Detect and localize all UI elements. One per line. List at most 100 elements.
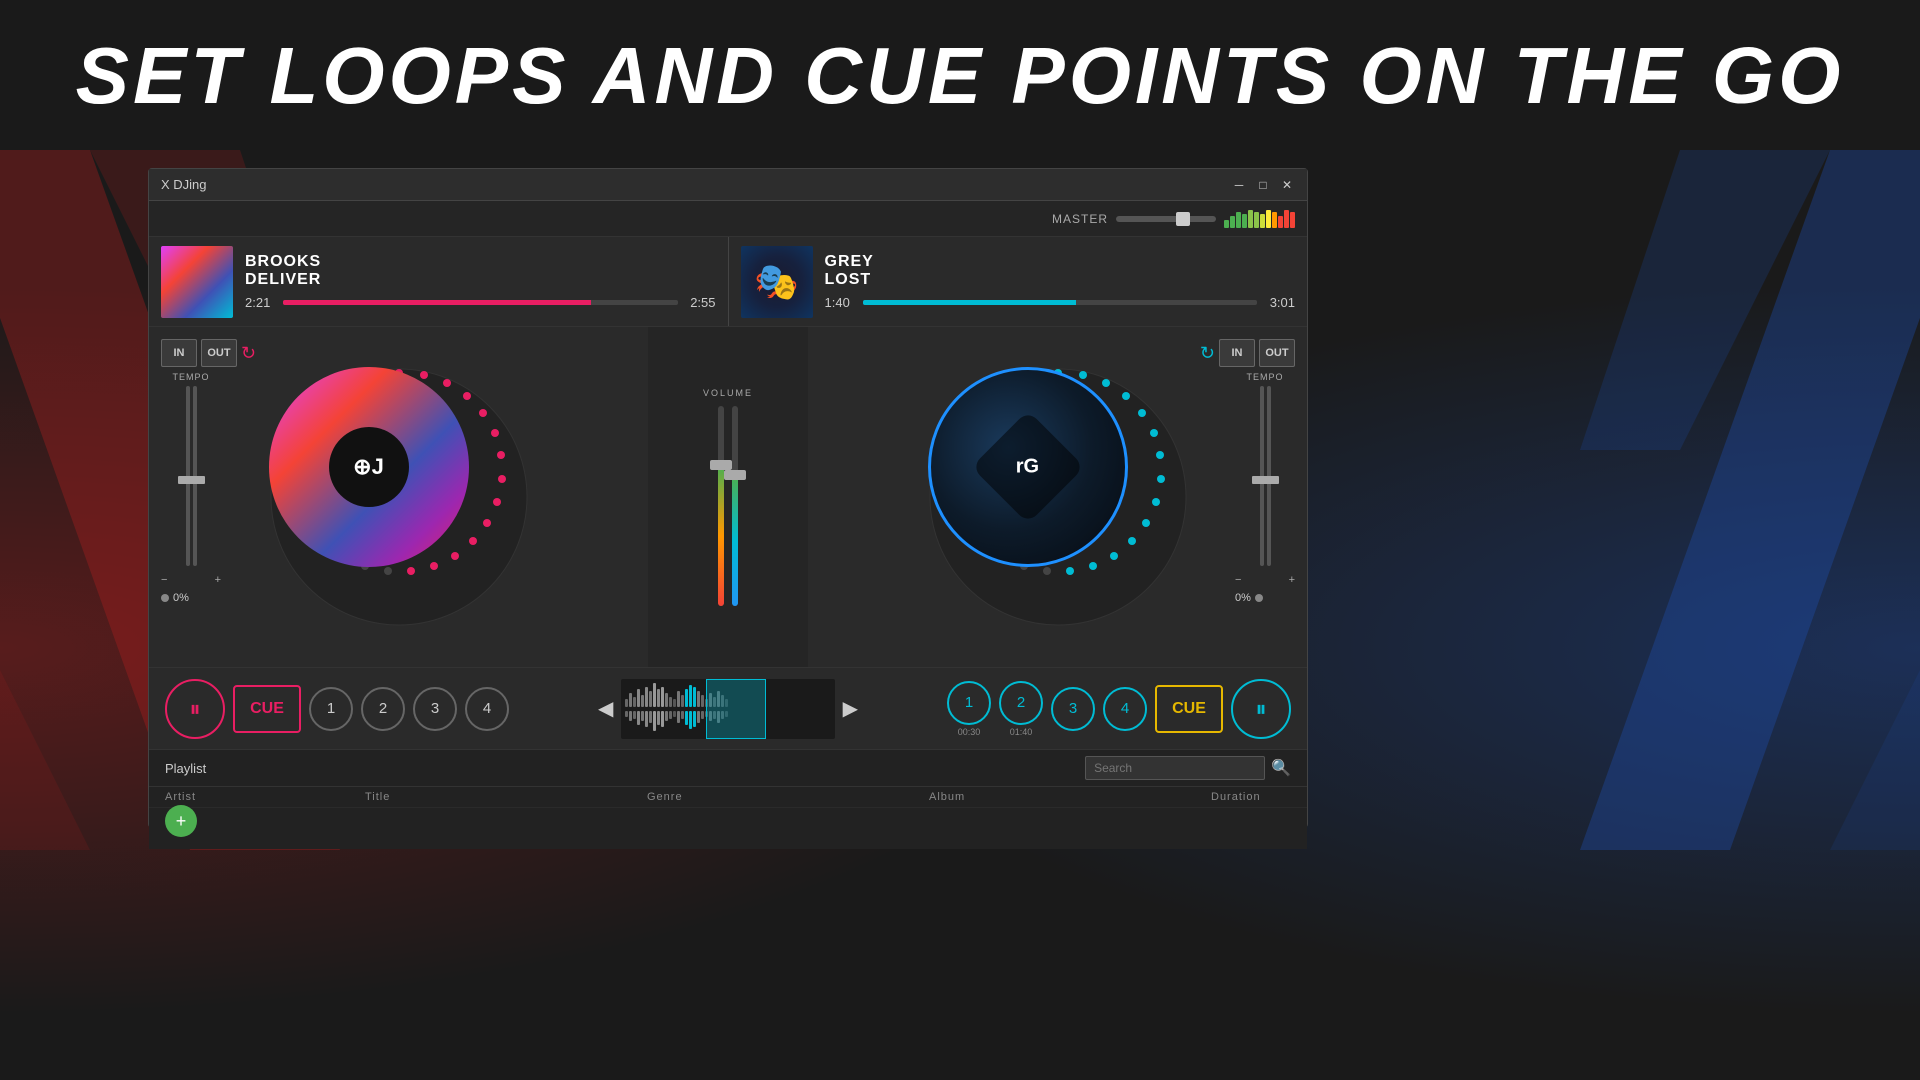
volume-fill-right — [732, 476, 738, 606]
vu-bar-1 — [1224, 220, 1229, 228]
deck-right-progress-fill — [863, 300, 1076, 305]
deck-left: IN OUT ↻ TEMPO − + — [149, 327, 648, 667]
vu-bar-8 — [1266, 210, 1271, 228]
deck-right-progress-bar[interactable] — [863, 300, 1258, 305]
deck-right: ↻ IN OUT — [808, 327, 1307, 667]
maximize-button[interactable]: □ — [1255, 177, 1271, 193]
col-duration: Duration — [1211, 791, 1291, 803]
cue-num-4-right[interactable]: 4 — [1103, 687, 1147, 731]
cue-num-3-left[interactable]: 3 — [413, 687, 457, 731]
playlist-columns: Artist Title Genre Album Duration — [149, 787, 1307, 808]
waveform-mini[interactable] — [621, 679, 834, 739]
volume-label: VOLUME — [703, 388, 753, 398]
tempo-section-left: TEMPO − + 0% — [161, 372, 221, 657]
volume-fader-track-right — [732, 406, 738, 606]
search-icon: 🔍 — [1271, 758, 1291, 778]
volume-fill-left — [718, 466, 724, 606]
loop-in-right[interactable]: IN — [1219, 339, 1255, 367]
cue-num-2-left[interactable]: 2 — [361, 687, 405, 731]
cue-button-left[interactable]: CUE — [233, 685, 301, 733]
search-input[interactable] — [1085, 756, 1265, 780]
volume-thumb-right[interactable] — [724, 470, 746, 480]
vu-bar-12 — [1290, 212, 1295, 228]
decks-header: BROOKS DELIVER 2:21 2:55 🎭 GREY LOST — [149, 237, 1307, 327]
deck-left-artist: BROOKS — [245, 253, 716, 271]
cue-num-4-left[interactable]: 4 — [465, 687, 509, 731]
deck-center: VOLUME — [648, 327, 808, 667]
cue-num-1-left[interactable]: 1 — [309, 687, 353, 731]
tempo-sliders-right[interactable] — [1235, 386, 1295, 566]
master-slider-track[interactable] — [1116, 216, 1216, 222]
deck-right-artist: GREY — [825, 253, 1296, 271]
vu-bar-7 — [1260, 214, 1265, 228]
loop-icon-left: ↻ — [241, 343, 256, 364]
window-controls: ─ □ ✕ — [1231, 177, 1295, 193]
vu-bar-11 — [1284, 210, 1289, 228]
col-artist: Artist — [165, 791, 365, 803]
col-title: Title — [365, 791, 647, 803]
deck-left-info: BROOKS DELIVER 2:21 2:55 — [149, 237, 729, 326]
cue-button-right[interactable]: CUE — [1155, 685, 1223, 733]
decks-main: IN OUT ↻ TEMPO − + — [149, 327, 1307, 667]
deck-right-album-art: 🎭 — [741, 246, 813, 318]
loop-icon-right: ↻ — [1200, 343, 1215, 364]
title-bar: X DJing ─ □ ✕ — [149, 169, 1307, 201]
app-title: X DJing — [161, 177, 207, 192]
deck-left-title: DELIVER — [245, 271, 716, 289]
vu-bar-4 — [1242, 214, 1247, 228]
vu-bar-10 — [1278, 216, 1283, 228]
tempo-plus-right: + — [1289, 574, 1295, 586]
tempo-sliders-left[interactable] — [161, 386, 221, 566]
deck-right-progress-row: 1:40 3:01 — [825, 295, 1296, 310]
controls-right: 1 00:30 2 01:40 3 4 CUE ⏸ — [866, 679, 1291, 739]
waveform-playhead — [706, 679, 766, 739]
cue-time-2: 01:40 — [1010, 727, 1033, 737]
loop-controls-left: IN OUT ↻ — [161, 339, 256, 367]
next-button[interactable]: ▶ — [843, 696, 858, 721]
turntable-right[interactable]: rG — [928, 367, 1188, 627]
volume-thumb-left[interactable] — [710, 460, 732, 470]
prev-button[interactable]: ◀ — [598, 696, 613, 721]
loop-out-left[interactable]: OUT — [201, 339, 237, 367]
master-slider-thumb — [1176, 212, 1190, 226]
cue-num-3-right[interactable]: 3 — [1051, 687, 1095, 731]
loop-out-right[interactable]: OUT — [1259, 339, 1295, 367]
vu-meter — [1224, 210, 1295, 228]
tempo-pct-value-left: 0% — [173, 592, 189, 604]
controls-row: ⏸ CUE 1 2 3 4 ◀ — [149, 667, 1307, 749]
turntable-inner-left: ⊕J — [269, 367, 469, 567]
controls-center: ◀ — [598, 679, 858, 739]
pause-button-left[interactable]: ⏸ — [165, 679, 225, 739]
deck-left-track-info: BROOKS DELIVER 2:21 2:55 — [245, 253, 716, 310]
col-genre: Genre — [647, 791, 929, 803]
playlist-search: 🔍 — [1085, 756, 1291, 780]
tempo-label-right: TEMPO — [1235, 372, 1295, 382]
turntable-left[interactable]: ⊕J — [269, 367, 529, 627]
volume-channel-right — [732, 406, 738, 606]
pause-button-right[interactable]: ⏸ — [1231, 679, 1291, 739]
deck-right-title: LOST — [825, 271, 1296, 289]
cue-num-2-right-wrapper: 2 01:40 — [999, 681, 1043, 737]
minimize-button[interactable]: ─ — [1231, 177, 1247, 193]
vu-bar-5 — [1248, 210, 1253, 228]
playlist-title: Playlist — [165, 761, 206, 776]
master-bar: MASTER — [149, 201, 1307, 237]
add-track-button[interactable]: + — [165, 805, 197, 837]
cue-num-2-right[interactable]: 2 — [999, 681, 1043, 725]
deck-right-duration: 3:01 — [1265, 295, 1295, 310]
tempo-pct-value-right: 0% — [1235, 592, 1251, 604]
header: SET LOOPS AND CUE POINTS ON THE GO — [0, 30, 1920, 122]
loop-in-left[interactable]: IN — [161, 339, 197, 367]
tempo-controls-left: − + — [161, 574, 221, 586]
close-button[interactable]: ✕ — [1279, 177, 1295, 193]
volume-faders[interactable] — [718, 406, 738, 606]
tempo-controls-right: − + — [1235, 574, 1295, 586]
deck-right-info: 🎭 GREY LOST 1:40 3:01 — [729, 237, 1308, 326]
vu-bar-9 — [1272, 212, 1277, 228]
deck-left-time: 2:21 — [245, 295, 275, 310]
deck-right-time: 1:40 — [825, 295, 855, 310]
deck-right-track-info: GREY LOST 1:40 3:01 — [825, 253, 1296, 310]
deck-left-progress-bar[interactable] — [283, 300, 678, 305]
playlist-section: Playlist 🔍 Artist Title Genre Album Dura… — [149, 749, 1307, 849]
cue-num-1-right[interactable]: 1 — [947, 681, 991, 725]
